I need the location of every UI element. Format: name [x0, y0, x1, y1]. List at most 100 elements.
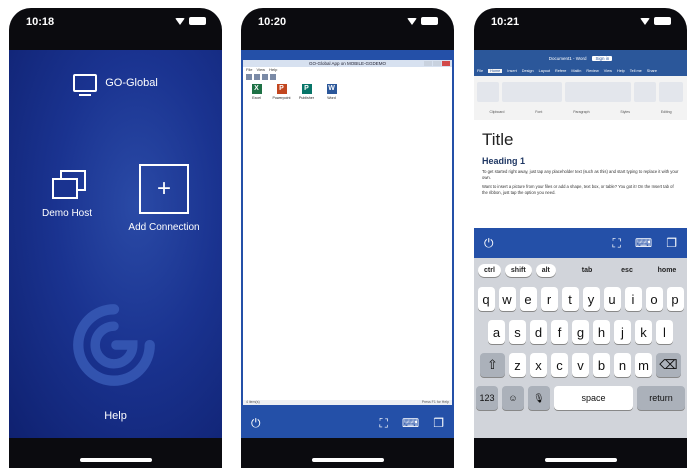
doc-title[interactable]: Title — [482, 130, 679, 150]
key-q[interactable]: q — [477, 287, 495, 311]
key-i[interactable]: i — [624, 287, 642, 311]
key-p[interactable]: p — [666, 287, 684, 311]
document-canvas[interactable]: Title Heading 1 To get started right awa… — [474, 120, 687, 228]
modifier-row: ctrl shift alt tab esc home — [474, 258, 687, 282]
help-link[interactable]: Help — [9, 410, 222, 422]
tab-mailings[interactable]: Mailin — [571, 69, 581, 73]
demo-host-label: Demo Host — [41, 208, 92, 219]
numbers-key[interactable]: 123 — [476, 386, 498, 410]
key-y[interactable]: y — [582, 287, 600, 311]
publisher-icon: P — [301, 84, 312, 94]
expand-icon[interactable]: ⛶ — [613, 236, 621, 251]
toolbar-icon[interactable] — [262, 74, 268, 80]
tab-references[interactable]: Refere — [555, 69, 566, 73]
home-key[interactable]: home — [647, 267, 687, 274]
ctrl-key[interactable]: ctrl — [478, 263, 501, 277]
app-powerpoint[interactable]: P Powerpoint — [272, 84, 291, 100]
power-icon[interactable]: ⏻ — [251, 416, 261, 431]
phone-screen-word: 10:21 Document1 - Word Sign in File Home… — [474, 8, 687, 468]
status-bar: 10:20 — [241, 8, 454, 34]
key-n[interactable]: n — [614, 353, 631, 377]
key-o[interactable]: o — [645, 287, 663, 311]
key-x[interactable]: x — [530, 353, 547, 377]
key-b[interactable]: b — [593, 353, 610, 377]
editing-group[interactable] — [659, 82, 683, 102]
minimize-icon[interactable] — [424, 61, 432, 66]
key-s[interactable]: s — [509, 320, 526, 344]
demo-host-tile[interactable]: Demo Host — [32, 170, 102, 219]
share-button[interactable]: Share — [647, 69, 657, 73]
tell-me[interactable]: Tell me — [630, 69, 642, 73]
tab-home[interactable]: Home — [488, 69, 503, 73]
doc-paragraph[interactable]: Want to insert a picture from your files… — [482, 184, 679, 196]
expand-icon[interactable]: ⛶ — [380, 416, 388, 431]
power-icon[interactable]: ⏻ — [484, 236, 494, 251]
doc-paragraph[interactable]: To get started right away, just tap any … — [482, 169, 679, 181]
key-f[interactable]: f — [551, 320, 568, 344]
font-group[interactable] — [502, 82, 562, 102]
return-key[interactable]: return — [637, 386, 685, 410]
app-word[interactable]: W Word — [322, 84, 341, 100]
tab-design[interactable]: Design — [522, 69, 534, 73]
window-title: GO-Global App on MOBILE-GGDEMO — [308, 61, 387, 66]
alt-key[interactable]: alt — [535, 263, 556, 277]
add-connection-tile[interactable]: + Add Connection — [119, 164, 209, 233]
sign-in-button[interactable]: Sign in — [592, 55, 613, 61]
microphone-icon[interactable]: 🎙 — [528, 386, 550, 410]
key-k[interactable]: k — [635, 320, 652, 344]
toolbar-icon[interactable] — [246, 74, 252, 80]
clipboard-group[interactable] — [477, 82, 499, 102]
key-r[interactable]: r — [540, 287, 558, 311]
group-label: Styles — [620, 110, 630, 114]
doc-heading[interactable]: Heading 1 — [482, 156, 679, 166]
tab-help[interactable]: Help — [617, 69, 625, 73]
space-key[interactable]: space — [554, 386, 633, 410]
paragraph-group[interactable] — [565, 82, 631, 102]
windows-switch-icon[interactable]: ❐ — [666, 236, 677, 250]
toolbar-icon[interactable] — [270, 74, 276, 80]
status-bar: 10:18 — [9, 8, 222, 34]
key-e[interactable]: e — [519, 287, 537, 311]
menu-help[interactable]: Help — [269, 67, 277, 73]
window-titlebar: GO-Global App on MOBILE-GGDEMO — [243, 60, 452, 67]
key-z[interactable]: z — [509, 353, 526, 377]
backspace-icon[interactable]: ⌫ — [656, 353, 681, 377]
menu-view[interactable]: View — [256, 67, 265, 73]
tab-file[interactable]: File — [477, 69, 483, 73]
key-d[interactable]: d — [530, 320, 547, 344]
key-c[interactable]: c — [551, 353, 568, 377]
toolbar-icon[interactable] — [254, 74, 260, 80]
key-j[interactable]: j — [614, 320, 631, 344]
tab-key[interactable]: tab — [567, 267, 607, 274]
key-a[interactable]: a — [488, 320, 505, 344]
windows-switch-icon[interactable]: ❐ — [433, 416, 444, 430]
bottom-toolbar: ⏻ ⛶ ⌨ ❐ — [241, 408, 454, 438]
app-excel[interactable]: X Excel — [247, 84, 266, 100]
key-l[interactable]: l — [656, 320, 673, 344]
tab-insert[interactable]: Insert — [507, 69, 517, 73]
key-w[interactable]: w — [498, 287, 516, 311]
window-toolbar — [243, 73, 452, 81]
tab-review[interactable]: Review — [586, 69, 598, 73]
styles-group[interactable] — [634, 82, 656, 102]
key-h[interactable]: h — [593, 320, 610, 344]
esc-key[interactable]: esc — [607, 267, 647, 274]
remote-desktop-screen: GO-Global App on MOBILE-GGDEMO File View… — [241, 50, 454, 438]
maximize-icon[interactable] — [433, 61, 441, 66]
key-u[interactable]: u — [603, 287, 621, 311]
menu-file[interactable]: File — [246, 67, 252, 73]
key-g[interactable]: g — [572, 320, 589, 344]
group-label: Paragraph — [573, 110, 590, 114]
keyboard-icon[interactable]: ⌨ — [402, 416, 419, 430]
shift-arrow-icon[interactable]: ⇧ — [480, 353, 505, 377]
shift-key[interactable]: shift — [504, 263, 532, 277]
emoji-icon[interactable]: ☺ — [502, 386, 524, 410]
close-icon[interactable] — [442, 61, 450, 66]
key-v[interactable]: v — [572, 353, 589, 377]
tab-view[interactable]: View — [604, 69, 612, 73]
tab-layout[interactable]: Layout — [539, 69, 550, 73]
key-t[interactable]: t — [561, 287, 579, 311]
app-publisher[interactable]: P Publisher — [297, 84, 316, 100]
key-m[interactable]: m — [635, 353, 652, 377]
keyboard-icon[interactable]: ⌨ — [635, 236, 652, 250]
